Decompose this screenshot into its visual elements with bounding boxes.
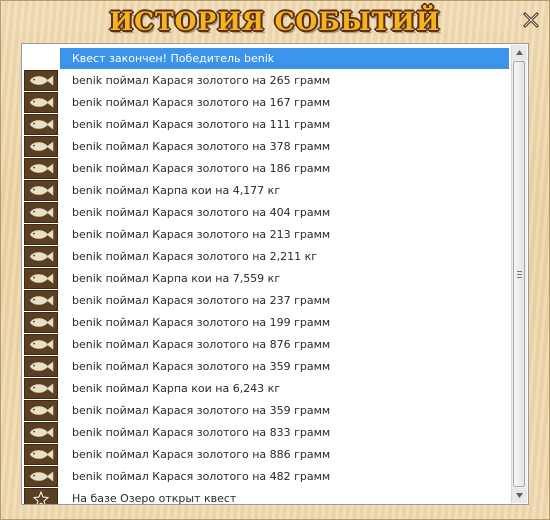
event-history-window: ИСТОРИЯ СОБЫТИЙ Квест закончен! Победите… bbox=[0, 0, 550, 520]
event-text: benik поймал Карася золотого на 265 грам… bbox=[72, 74, 331, 87]
event-row[interactable]: benik поймал Карася золотого на 359 грам… bbox=[23, 400, 509, 422]
event-text: benik поймал Карася золотого на 359 грам… bbox=[72, 404, 331, 417]
event-icon-cell bbox=[24, 290, 58, 311]
event-text: benik поймал Карася золотого на 359 грам… bbox=[72, 360, 331, 373]
event-text: На базе Озеро открыт квест bbox=[72, 492, 237, 505]
event-text: benik поймал Карася золотого на 111 грам… bbox=[72, 118, 331, 131]
fish-icon bbox=[29, 97, 54, 108]
scroll-down-button[interactable] bbox=[512, 488, 527, 503]
event-icon-cell bbox=[24, 378, 58, 399]
event-row[interactable]: benik поймал Карпа кои на 6,243 кг bbox=[23, 378, 509, 400]
event-row[interactable]: benik поймал Карася золотого на 199 грам… bbox=[23, 312, 509, 334]
fish-icon bbox=[29, 427, 54, 438]
scrollbar-thumb[interactable] bbox=[513, 61, 525, 487]
event-text: benik поймал Карпа кои на 6,243 кг bbox=[72, 382, 281, 395]
event-text: benik поймал Карася золотого на 404 грам… bbox=[72, 206, 331, 219]
event-row[interactable]: benik поймал Карася золотого на 186 грам… bbox=[23, 158, 509, 180]
event-text: Квест закончен! Победитель benik bbox=[60, 48, 509, 69]
event-text: benik поймал Карася золотого на 186 грам… bbox=[72, 162, 331, 175]
event-list: Квест закончен! Победитель benik benik по… bbox=[23, 48, 509, 505]
event-row[interactable]: benik поймал Карпа кои на 7,559 кг bbox=[23, 268, 509, 290]
fish-icon bbox=[29, 75, 54, 86]
quest-icon bbox=[33, 490, 49, 504]
event-text: benik поймал Карася золотого на 2,211 кг bbox=[72, 250, 318, 263]
event-row[interactable]: На базе Озеро открыт квест bbox=[23, 488, 509, 505]
fish-icon bbox=[29, 185, 54, 196]
event-text: benik поймал Карася золотого на 199 грам… bbox=[72, 316, 331, 329]
event-icon-cell bbox=[24, 466, 58, 487]
event-text: benik поймал Карася золотого на 378 грам… bbox=[72, 140, 331, 153]
window-title: ИСТОРИЯ СОБЫТИЙ bbox=[109, 7, 441, 36]
event-text: benik поймал Карася золотого на 213 грам… bbox=[72, 228, 331, 241]
event-icon-cell bbox=[24, 356, 58, 377]
event-icon-cell bbox=[24, 400, 58, 421]
fish-icon bbox=[29, 317, 54, 328]
event-text: benik поймал Карася золотого на 237 грам… bbox=[72, 294, 331, 307]
event-icon-cell bbox=[24, 114, 58, 135]
fish-icon bbox=[29, 295, 54, 306]
grip-line bbox=[517, 274, 522, 275]
event-icon-cell bbox=[24, 70, 58, 91]
event-icon-cell bbox=[24, 312, 58, 333]
fish-icon bbox=[29, 405, 54, 416]
arrow-up-icon bbox=[516, 50, 523, 55]
grip-line bbox=[517, 271, 522, 272]
fish-icon bbox=[29, 229, 54, 240]
event-list-panel: Квест закончен! Победитель benik benik по… bbox=[21, 43, 529, 505]
event-icon-cell bbox=[24, 488, 58, 504]
fish-icon bbox=[29, 471, 54, 482]
event-icon-cell bbox=[24, 158, 58, 179]
event-icon-cell bbox=[24, 224, 58, 245]
event-icon-cell bbox=[24, 92, 58, 113]
fish-icon bbox=[29, 119, 54, 130]
event-icon-cell bbox=[24, 334, 58, 355]
event-row[interactable]: benik поймал Карася золотого на 404 грам… bbox=[23, 202, 509, 224]
event-icon-cell bbox=[24, 202, 58, 223]
event-row[interactable]: benik поймал Карася золотого на 167 грам… bbox=[23, 92, 509, 114]
event-row[interactable]: benik поймал Карася золотого на 2,211 кг bbox=[23, 246, 509, 268]
grip-line bbox=[517, 277, 522, 278]
event-icon-cell bbox=[24, 444, 58, 465]
event-text: benik поймал Карася золотого на 833 грам… bbox=[72, 426, 331, 439]
event-row[interactable]: benik поймал Карася золотого на 833 грам… bbox=[23, 422, 509, 444]
event-row[interactable]: benik поймал Карася золотого на 213 грам… bbox=[23, 224, 509, 246]
vertical-scrollbar[interactable] bbox=[511, 45, 527, 503]
fish-icon bbox=[29, 273, 54, 284]
event-text: benik поймал Карпа кои на 7,559 кг bbox=[72, 272, 281, 285]
event-text: benik поймал Карася золотого на 876 грам… bbox=[72, 338, 331, 351]
fish-icon bbox=[29, 383, 54, 394]
fish-icon bbox=[29, 163, 54, 174]
fish-icon bbox=[29, 449, 54, 460]
event-row[interactable]: benik поймал Карпа кои на 4,177 кг bbox=[23, 180, 509, 202]
fish-icon bbox=[29, 339, 54, 350]
fish-icon bbox=[29, 207, 54, 218]
event-row[interactable]: benik поймал Карася золотого на 378 грам… bbox=[23, 136, 509, 158]
event-icon-cell bbox=[24, 268, 58, 289]
arrow-down-icon bbox=[516, 493, 523, 498]
event-row[interactable]: benik поймал Карася золотого на 876 грам… bbox=[23, 334, 509, 356]
event-row[interactable]: benik поймал Карася золотого на 482 грам… bbox=[23, 466, 509, 488]
event-row[interactable]: benik поймал Карася золотого на 265 грам… bbox=[23, 70, 509, 92]
event-text: benik поймал Карася золотого на 167 грам… bbox=[72, 96, 331, 109]
event-row[interactable]: Квест закончен! Победитель benik bbox=[23, 48, 509, 70]
event-icon-cell bbox=[24, 246, 58, 267]
event-row[interactable]: benik поймал Карася золотого на 359 грам… bbox=[23, 356, 509, 378]
event-row[interactable]: benik поймал Карася золотого на 886 грам… bbox=[23, 444, 509, 466]
event-icon-cell bbox=[24, 422, 58, 443]
event-text: benik поймал Карпа кои на 4,177 кг bbox=[72, 184, 281, 197]
event-row[interactable]: benik поймал Карася золотого на 111 грам… bbox=[23, 114, 509, 136]
event-row[interactable]: benik поймал Карася золотого на 237 грам… bbox=[23, 290, 509, 312]
close-button[interactable] bbox=[520, 9, 542, 31]
close-icon bbox=[523, 12, 539, 28]
fish-icon bbox=[29, 251, 54, 262]
event-text: benik поймал Карася золотого на 482 грам… bbox=[72, 470, 331, 483]
scroll-up-button[interactable] bbox=[512, 45, 527, 60]
event-icon-placeholder bbox=[24, 48, 58, 69]
fish-icon bbox=[29, 361, 54, 372]
fish-icon bbox=[29, 141, 54, 152]
event-icon-cell bbox=[24, 180, 58, 201]
event-text: benik поймал Карася золотого на 886 грам… bbox=[72, 448, 331, 461]
event-icon-cell bbox=[24, 136, 58, 157]
